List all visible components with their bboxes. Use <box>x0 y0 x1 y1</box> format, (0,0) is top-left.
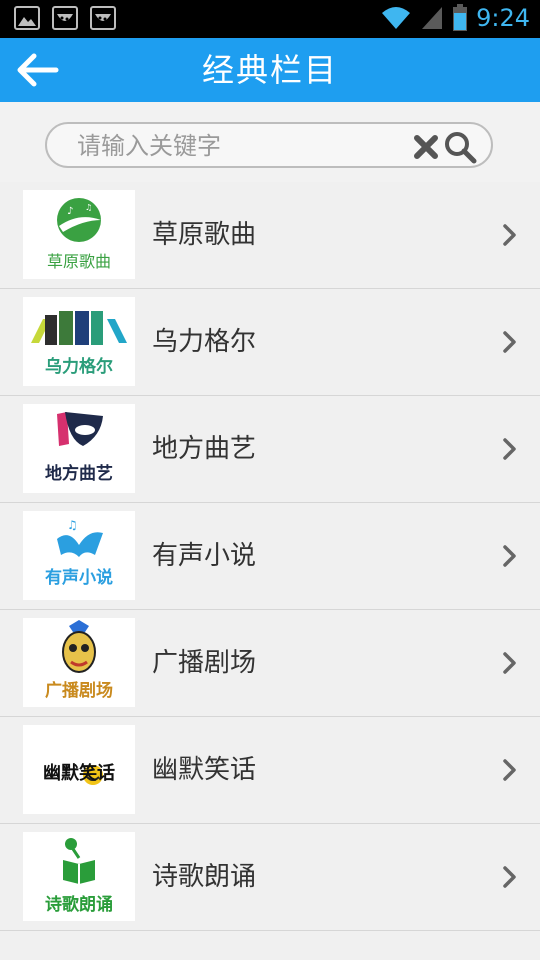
battery-icon <box>453 4 468 31</box>
list-item-wuligeer[interactable]: 乌力格尔 乌力格尔 <box>0 289 540 396</box>
list-item-label: 乌力格尔 <box>152 327 257 357</box>
yousheng-xiaoshuo-logo: ♫ 有声小说 <box>23 511 135 600</box>
clear-button[interactable] <box>413 134 439 160</box>
status-clock: 9:24 <box>476 4 530 32</box>
signal-icon <box>422 7 443 29</box>
logo-text: 广播剧场 <box>45 680 113 701</box>
search-button[interactable] <box>443 130 477 164</box>
category-list: ♪ ♫ 草原歌曲 草原歌曲 乌力格尔 乌力格尔 地方曲艺 地方曲艺 ♫ 有声小说… <box>0 182 540 931</box>
notification-icon <box>90 6 116 30</box>
svg-text:♫: ♫ <box>67 518 78 532</box>
list-item-caoyuan-gequ[interactable]: ♪ ♫ 草原歌曲 草原歌曲 <box>0 182 540 289</box>
list-item-yousheng-xiaoshuo[interactable]: ♫ 有声小说 有声小说 <box>0 503 540 610</box>
list-item-difang-quyi[interactable]: 地方曲艺 地方曲艺 <box>0 396 540 503</box>
close-icon <box>414 135 438 159</box>
logo-text: 有声小说 <box>45 567 113 588</box>
logo-text: 乌力格尔 <box>45 356 113 377</box>
app-header: 经典栏目 <box>0 38 540 102</box>
list-item-label: 草原歌曲 <box>152 220 257 250</box>
page-title: 经典栏目 <box>201 51 338 89</box>
list-item-label: 诗歌朗诵 <box>152 862 257 892</box>
wifi-icon <box>382 7 411 29</box>
wuligeer-logo: 乌力格尔 <box>23 297 135 386</box>
logo-text: 幽默笑话 <box>43 762 115 784</box>
difang-quyi-logo: 地方曲艺 <box>23 404 135 493</box>
chevron-right-icon <box>503 224 516 246</box>
search-input[interactable] <box>75 130 399 162</box>
image-icon <box>14 6 40 30</box>
list-item-label: 有声小说 <box>152 541 257 571</box>
search-box <box>45 122 493 168</box>
list-item-shige-langsong[interactable]: 诗歌朗诵 诗歌朗诵 <box>0 824 540 931</box>
chevron-right-icon <box>503 652 516 674</box>
search-icon <box>445 132 477 164</box>
list-item-label: 地方曲艺 <box>152 434 257 464</box>
chevron-right-icon <box>503 866 516 888</box>
svg-text:♫: ♫ <box>85 203 92 212</box>
chevron-right-icon <box>503 759 516 781</box>
list-item-guangbo-juchang[interactable]: 广播剧场 广播剧场 <box>0 610 540 717</box>
chevron-right-icon <box>503 438 516 460</box>
list-item-youmo-xiaohua[interactable]: 幽默笑话 幽默笑话 <box>0 717 540 824</box>
logo-text: 诗歌朗诵 <box>45 894 113 915</box>
logo-text: 地方曲艺 <box>45 463 113 484</box>
notification-icon <box>52 6 78 30</box>
svg-text:♪: ♪ <box>67 206 73 217</box>
logo-text: 草原歌曲 <box>47 252 111 271</box>
list-item-label: 幽默笑话 <box>152 755 257 785</box>
shige-langsong-logo: 诗歌朗诵 <box>23 832 135 921</box>
guangbo-juchang-logo: 广播剧场 <box>23 618 135 707</box>
list-item-label: 广播剧场 <box>152 648 257 678</box>
chevron-right-icon <box>503 331 516 353</box>
caoyuan-gequ-logo: ♪ ♫ 草原歌曲 <box>23 190 135 279</box>
search-bar <box>0 102 540 183</box>
youmo-xiaohua-logo: 幽默笑话 <box>23 725 135 814</box>
chevron-right-icon <box>503 545 516 567</box>
status-bar: 9:24 <box>0 0 540 38</box>
